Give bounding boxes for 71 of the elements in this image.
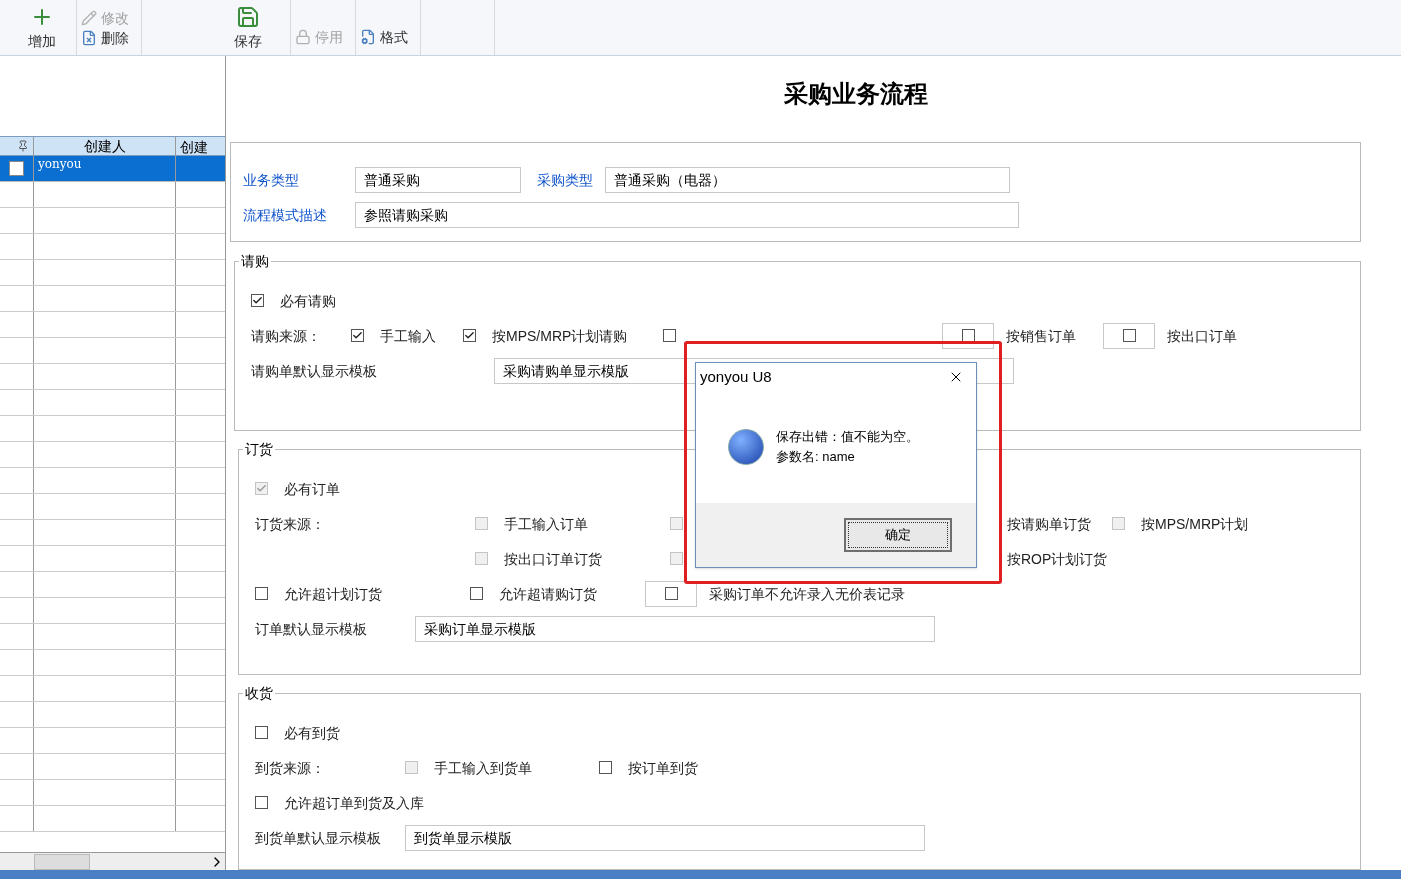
checkbox-label: 按销售订单 [1006, 326, 1076, 346]
checkbox[interactable] [463, 329, 476, 342]
column-header[interactable]: 创建人 [34, 137, 176, 155]
checkbox-label: 按出口订单订货 [504, 549, 602, 569]
toolbar-button[interactable]: 保存 [222, 5, 274, 55]
section-title: 订货 [244, 440, 274, 459]
check-icon [252, 295, 263, 306]
section-title: 收货 [244, 684, 274, 703]
check-icon [256, 483, 267, 494]
table-cell: yonyou [34, 156, 176, 181]
section-title: 请购 [240, 252, 270, 271]
toolbar-icon [81, 9, 97, 26]
text-field[interactable]: 普通采购（电器） [605, 167, 1010, 193]
checkbox-label: 允许超订单到货及入库 [284, 793, 424, 813]
row-checkbox[interactable] [9, 161, 24, 176]
checkbox[interactable] [1122, 329, 1136, 342]
checkbox-label: 必有请购 [280, 291, 336, 311]
field-label: 业务类型 [243, 171, 300, 190]
template-field[interactable]: 到货单显示模版 [405, 824, 925, 851]
checkbox[interactable] [255, 587, 268, 600]
checkbox-label: 按出口订单 [1167, 326, 1237, 346]
grid-row[interactable]: yonyou [0, 156, 225, 182]
checkbox-label: 按MPS/MRP计划 [1141, 514, 1249, 534]
form-label: 到货单默认显示模板 [255, 828, 382, 848]
form-label: 按请购单订货 [1007, 514, 1092, 534]
checkbox-label: 手工输入订单 [504, 514, 588, 534]
text-field[interactable]: 参照请购采购 [355, 202, 1019, 228]
toolbar-button[interactable]: 增加 [16, 5, 68, 55]
checkbox-label: 采购订单不允许录入无价表记录 [709, 584, 905, 604]
form-label: 请购来源： [251, 326, 322, 346]
form-label: 订货来源： [255, 514, 326, 534]
checkbox[interactable] [664, 587, 678, 600]
field-label: 流程模式描述 [243, 206, 328, 225]
column-header[interactable]: 创建 [176, 137, 225, 155]
toolbar-button[interactable]: 删除 [77, 27, 133, 48]
check-icon [464, 330, 475, 341]
field-label: 采购类型 [537, 171, 593, 190]
checkbox[interactable] [255, 726, 268, 739]
checkbox[interactable] [351, 329, 364, 342]
scrollbar-thumb[interactable] [34, 853, 90, 870]
checkbox[interactable] [663, 329, 676, 342]
form-label: 到货来源： [255, 758, 326, 778]
checkbox-label: 按订单到货 [628, 758, 698, 778]
toolbar-button[interactable]: 格式 [356, 27, 412, 47]
checkbox-label: 必有到货 [284, 723, 340, 743]
checkbox[interactable] [251, 294, 264, 307]
ok-button[interactable]: 确定 [844, 518, 952, 552]
page-title: 采购业务流程 [782, 79, 929, 109]
checkbox[interactable] [599, 761, 612, 774]
message-text: 保存出错：值不能为空。 [776, 428, 919, 446]
toolbar-icon [236, 5, 260, 29]
checkbox-label: 允许超计划订货 [284, 584, 382, 604]
checkbox-label: 手工输入到货单 [434, 758, 532, 778]
form-label: 按ROP计划订货 [1007, 549, 1108, 569]
form-label: 订单默认显示模板 [255, 619, 368, 639]
pin-icon[interactable] [17, 140, 29, 152]
check-icon [352, 330, 363, 341]
checkbox-label: 按MPS/MRP计划请购 [492, 326, 628, 346]
message-text: 参数名: name [776, 448, 856, 466]
text-field[interactable]: 普通采购 [355, 167, 521, 193]
form-label: 请购单默认显示模板 [251, 361, 378, 381]
template-field[interactable]: 采购订单显示模版 [415, 615, 935, 642]
checkbox-label: 手工输入 [380, 326, 436, 346]
checkbox[interactable] [255, 796, 268, 809]
toolbar-icon [360, 29, 376, 45]
toolbar-icon [81, 29, 97, 46]
toolbar-icon [295, 29, 311, 45]
checkbox-label: 允许超请购订货 [499, 584, 597, 604]
checkbox-label: 必有订单 [284, 479, 340, 499]
checkbox[interactable] [470, 587, 483, 600]
dialog-title: yonyou U8 [700, 366, 772, 387]
